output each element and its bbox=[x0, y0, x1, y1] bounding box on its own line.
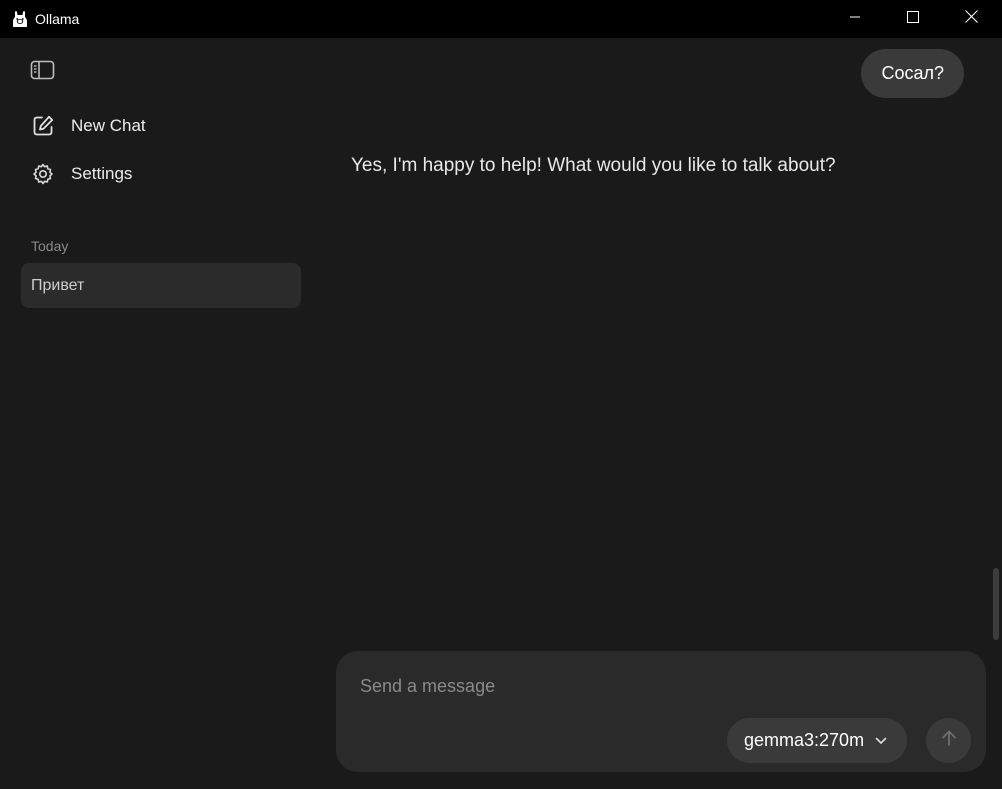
send-button[interactable] bbox=[926, 718, 971, 763]
assistant-message: Yes, I'm happy to help! What would you l… bbox=[351, 155, 836, 176]
window-title: Ollama bbox=[35, 11, 80, 27]
history-section-heading: Today bbox=[31, 238, 69, 254]
scrollbar-thumb[interactable] bbox=[993, 568, 999, 640]
chat-history-item[interactable]: Привет bbox=[21, 263, 301, 308]
chevron-down-icon bbox=[875, 737, 887, 745]
edit-square-icon bbox=[30, 113, 56, 139]
model-selector[interactable]: gemma3:270m bbox=[727, 718, 908, 763]
minimize-button[interactable] bbox=[826, 0, 884, 38]
new-chat-label: New Chat bbox=[71, 116, 146, 135]
message-input[interactable] bbox=[360, 671, 920, 701]
arrow-up-icon bbox=[939, 728, 959, 753]
model-name: gemma3:270m bbox=[744, 730, 865, 750]
maximize-button[interactable] bbox=[884, 0, 942, 38]
close-button[interactable] bbox=[942, 0, 1000, 38]
ollama-llama-icon bbox=[12, 10, 28, 28]
message-composer: gemma3:270m bbox=[336, 651, 986, 772]
settings-button[interactable]: Settings bbox=[30, 160, 132, 188]
new-chat-button[interactable]: New Chat bbox=[30, 112, 146, 140]
title-bar: Ollama bbox=[0, 0, 1002, 38]
minimize-icon bbox=[849, 10, 861, 28]
sidebar-toggle-icon bbox=[30, 60, 56, 85]
sidebar-toggle-button[interactable] bbox=[30, 59, 56, 81]
gear-icon bbox=[30, 161, 56, 187]
maximize-icon bbox=[907, 10, 919, 28]
sidebar: New Chat Settings Today Привет bbox=[0, 38, 320, 789]
settings-label: Settings bbox=[71, 164, 133, 183]
chat-area: Сосал? Yes, I'm happy to help! What woul… bbox=[320, 38, 1002, 789]
close-icon bbox=[964, 10, 978, 28]
user-message-bubble: Сосал? bbox=[861, 49, 964, 98]
